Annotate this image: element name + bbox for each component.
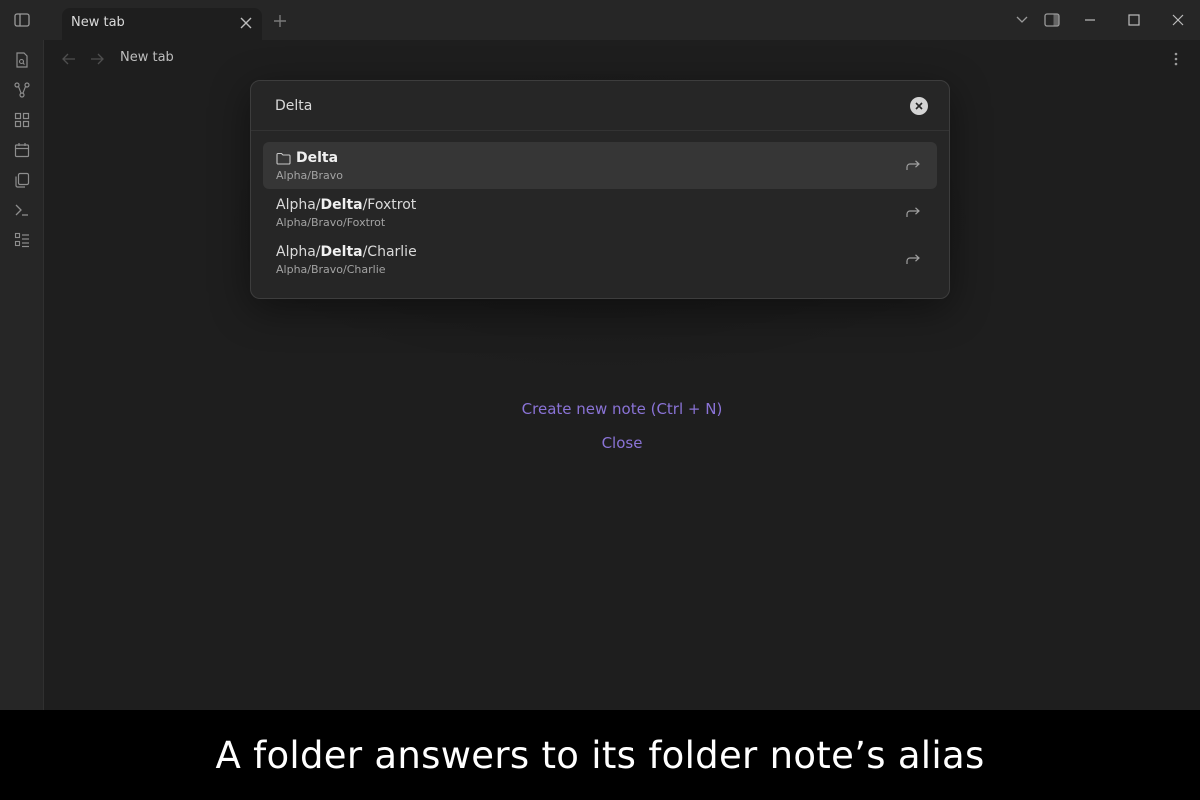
result-item[interactable]: Alpha/Delta/Foxtrot Alpha/Bravo/Foxtrot — [263, 189, 937, 236]
search-input[interactable] — [275, 95, 875, 117]
tab-list-chevron-down-icon[interactable] — [1012, 11, 1032, 29]
more-options-icon[interactable] — [1168, 50, 1184, 68]
open-arrow-icon[interactable] — [905, 158, 921, 172]
result-match: Delta — [320, 244, 363, 260]
caption-text: A folder answers to its folder note’s al… — [215, 733, 985, 777]
result-match: Delta — [296, 150, 339, 166]
result-path: Alpha/Bravo/Foxtrot — [276, 216, 386, 229]
close-tab-icon[interactable] — [238, 15, 254, 31]
minimize-icon[interactable] — [1080, 11, 1100, 29]
sidebar-toggle-icon[interactable] — [12, 11, 32, 29]
results-list: Delta Alpha/Bravo Alpha/Delta/Foxtrot Al… — [263, 142, 937, 283]
result-path: Alpha/Bravo/Charlie — [276, 263, 386, 276]
caption-bar: A folder answers to its folder note’s al… — [0, 710, 1200, 800]
open-arrow-icon[interactable] — [905, 205, 921, 219]
title-bar: New tab — [0, 0, 1200, 40]
outline-icon[interactable] — [12, 230, 32, 250]
result-title: Delta — [276, 149, 937, 167]
back-arrow-icon[interactable] — [60, 50, 78, 68]
result-path: Alpha/Bravo — [276, 169, 344, 182]
app-window: New tab New tab Create new note (Ctrl + … — [0, 0, 1200, 710]
search-row — [251, 81, 949, 131]
tab-title: New tab — [71, 15, 125, 30]
result-item[interactable]: Delta Alpha/Bravo — [263, 142, 937, 189]
canvas-icon[interactable] — [12, 110, 32, 130]
folder-icon — [276, 152, 291, 165]
result-match: Delta — [320, 197, 363, 213]
result-item[interactable]: Alpha/Delta/Charlie Alpha/Bravo/Charlie — [263, 236, 937, 283]
quick-switcher-icon[interactable] — [12, 50, 32, 70]
terminal-icon[interactable] — [12, 200, 32, 220]
graph-icon[interactable] — [12, 80, 32, 100]
close-window-icon[interactable] — [1168, 11, 1188, 29]
forward-arrow-icon[interactable] — [88, 50, 106, 68]
right-sidebar-toggle-icon[interactable] — [1042, 11, 1062, 29]
quick-switcher-modal: Delta Alpha/Bravo Alpha/Delta/Foxtrot Al… — [250, 80, 950, 299]
view-title: New tab — [120, 50, 174, 65]
clear-search-icon[interactable] — [910, 97, 928, 115]
open-arrow-icon[interactable] — [905, 252, 921, 266]
close-link[interactable]: Close — [602, 434, 643, 452]
calendar-icon[interactable] — [12, 140, 32, 160]
tab-new-tab[interactable]: New tab — [62, 8, 262, 40]
create-new-note-link[interactable]: Create new note (Ctrl + N) — [522, 400, 723, 418]
result-title: Alpha/Delta/Charlie — [276, 244, 417, 260]
new-tab-plus-icon[interactable] — [271, 12, 289, 30]
maximize-icon[interactable] — [1124, 11, 1144, 29]
left-ribbon — [0, 40, 44, 710]
templates-icon[interactable] — [12, 170, 32, 190]
empty-state: Create new note (Ctrl + N) Close — [44, 400, 1200, 452]
result-title: Alpha/Delta/Foxtrot — [276, 197, 417, 213]
